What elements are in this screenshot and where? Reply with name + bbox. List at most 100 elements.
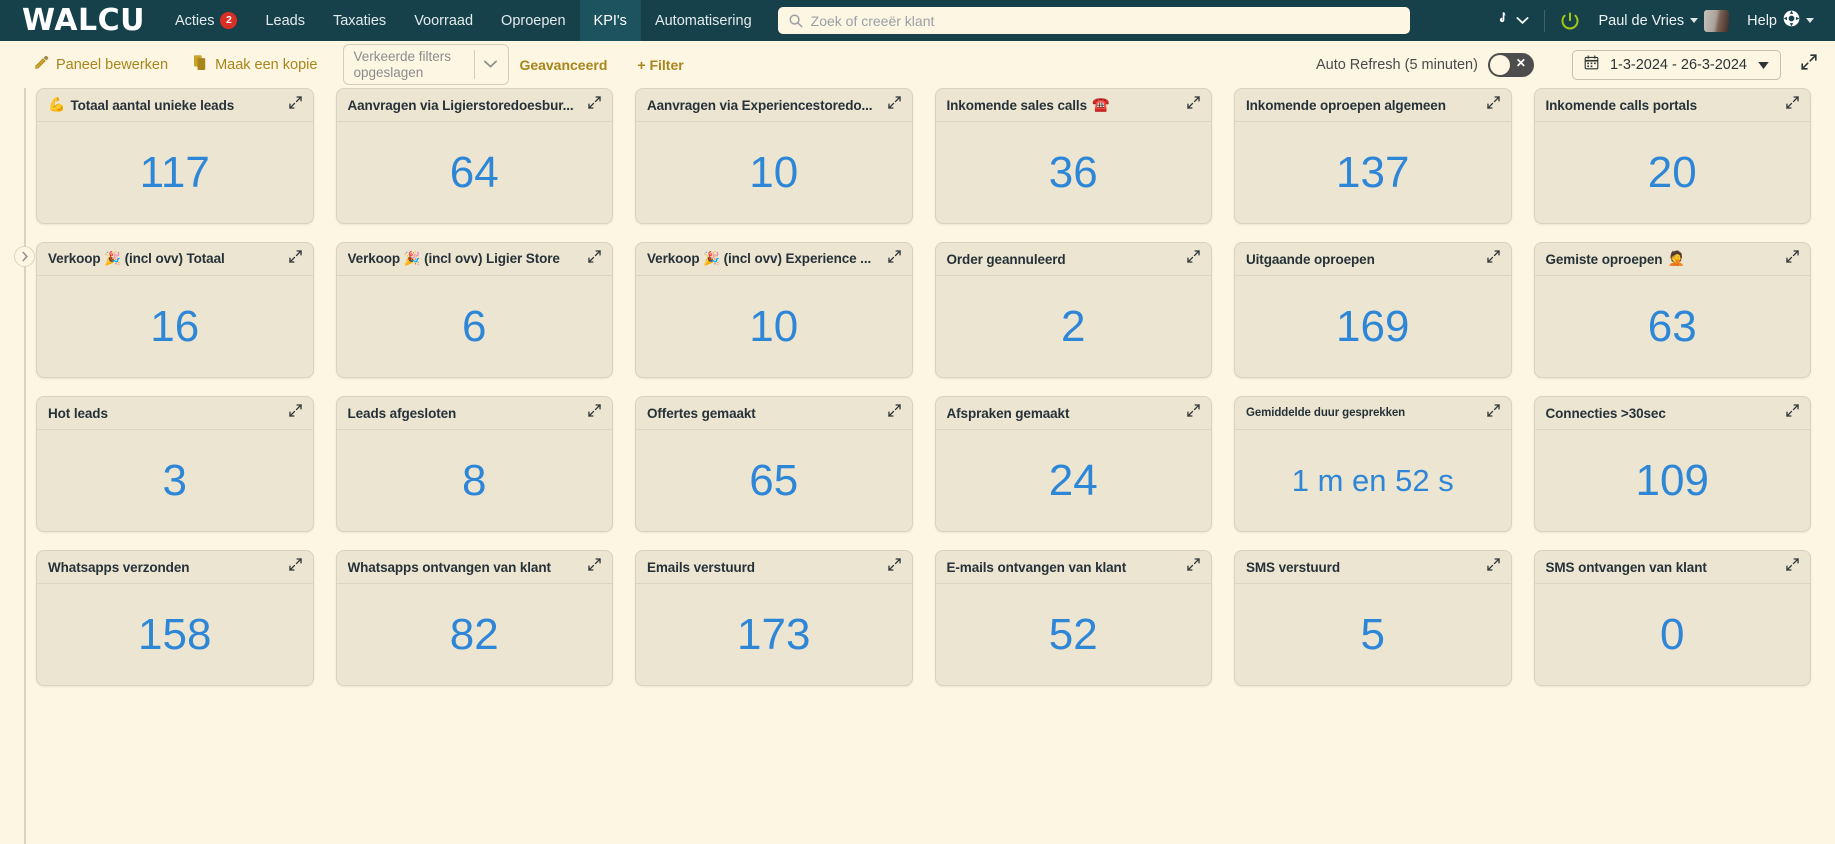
kpi-card[interactable]: SMS ontvangen van klant 0: [1533, 550, 1811, 686]
auto-refresh-toggle[interactable]: ✕: [1487, 52, 1534, 77]
add-filter-button[interactable]: + Filter: [637, 57, 683, 73]
kpi-card-expand-icon[interactable]: [1786, 404, 1799, 422]
kpi-card-expand-icon[interactable]: [1187, 250, 1200, 268]
phone-menu[interactable]: [1486, 10, 1538, 31]
nav-item-kpi-s[interactable]: KPI's: [579, 0, 641, 41]
kpi-card-title: Gemiste oproepen: [1545, 251, 1663, 267]
kpi-card-value: 6: [462, 301, 487, 351]
kpi-card-expand-icon[interactable]: [1187, 558, 1200, 576]
kpi-card-expand-icon[interactable]: [588, 404, 601, 422]
search-bar[interactable]: [777, 7, 1410, 34]
kpi-card-expand-icon[interactable]: [887, 558, 901, 576]
kpi-card-expand-icon[interactable]: [288, 250, 302, 268]
kpi-card[interactable]: Gemiddelde duur gesprekken 1 m en 52 s: [1234, 396, 1512, 532]
kpi-card-title: Totaal aantal unieke leads: [70, 97, 235, 113]
kpi-card-expand-icon[interactable]: [1786, 558, 1799, 576]
kpi-card-grid: 💪 Totaal aantal unieke leads 117 Aanvragen …: [36, 88, 1835, 686]
kpi-card-body: 2: [936, 276, 1212, 377]
kpi-card[interactable]: 💪 Totaal aantal unieke leads 117: [36, 88, 314, 224]
power-button[interactable]: [1551, 11, 1589, 31]
kpi-card-title: Whatsapps verzonden: [48, 559, 190, 575]
kpi-card[interactable]: Inkomende oproepen algemeen 137: [1234, 88, 1512, 224]
kpi-card-title: Inkomende sales calls: [946, 97, 1087, 113]
kpi-card-expand-icon[interactable]: [1786, 96, 1799, 114]
kpi-card-expand-icon[interactable]: [1486, 404, 1500, 422]
kpi-card-value: 5: [1360, 609, 1385, 659]
kpi-card-body: 6: [337, 276, 613, 377]
fullscreen-expand-button[interactable]: [1801, 54, 1817, 75]
kpi-card-expand-icon[interactable]: [1187, 96, 1200, 114]
kpi-card[interactable]: Order geannuleerd 2: [934, 242, 1212, 378]
kpi-card-expand-icon[interactable]: [1786, 250, 1799, 268]
walcu-logo[interactable]: WALCU: [0, 5, 161, 36]
kpi-card[interactable]: Aanvragen via Experiencestoredo... 10: [635, 88, 913, 224]
kpi-card-expand-icon[interactable]: [1486, 250, 1500, 268]
kpi-card-title: Afspraken gemaakt: [946, 405, 1070, 421]
kpi-card[interactable]: Connecties >30sec 109: [1533, 396, 1811, 532]
kpi-card[interactable]: Inkomende calls portals 20: [1533, 88, 1811, 224]
help-menu[interactable]: Help: [1738, 10, 1823, 31]
kpi-card-expand-icon[interactable]: [588, 558, 601, 576]
nav-item-taxaties[interactable]: Taxaties: [319, 0, 400, 41]
date-caret-icon: [1758, 57, 1769, 73]
kpi-card-body: 5: [1235, 584, 1511, 685]
kpi-card[interactable]: Emails verstuurd 173: [635, 550, 913, 686]
saved-filters-select[interactable]: Verkeerde filters opgeslagen: [343, 44, 510, 85]
kpi-card-header: 💪 Totaal aantal unieke leads: [37, 89, 313, 122]
kpi-card-expand-icon[interactable]: [588, 96, 601, 114]
kpi-card-expand-icon[interactable]: [288, 404, 302, 422]
kpi-card[interactable]: Inkomende sales calls ☎️ 36: [934, 88, 1212, 224]
kpi-card-body: 65: [636, 430, 912, 531]
kpi-card-body: 109: [1535, 430, 1811, 531]
kpi-card-expand-icon[interactable]: [887, 250, 901, 268]
advanced-button[interactable]: Geavanceerd: [519, 57, 607, 73]
kpi-card-body: 8: [337, 430, 613, 531]
kpi-card-header: Whatsapps verzonden: [37, 551, 313, 584]
date-range-picker[interactable]: 1-3-2024 - 26-3-2024: [1571, 49, 1781, 80]
edit-panel-button[interactable]: Paneel bewerken: [34, 55, 168, 74]
kpi-card-expand-icon[interactable]: [1187, 404, 1200, 422]
kpi-card-expand-icon[interactable]: [288, 96, 302, 114]
nav-item-label: Leads: [265, 12, 305, 29]
kpi-card[interactable]: Verkoop 🎉 (incl ovv) Ligier Store 6: [335, 242, 613, 378]
kpi-card[interactable]: Offertes gemaakt 65: [635, 396, 913, 532]
kpi-card-expand-icon[interactable]: [887, 96, 901, 114]
kpi-card-title: Hot leads: [48, 405, 108, 421]
kpi-card[interactable]: Gemiste oproepen 🤦 63: [1533, 242, 1811, 378]
nav-item-leads[interactable]: Leads: [251, 0, 319, 41]
kpi-card-value: 16: [150, 301, 200, 351]
kpi-card-value: 52: [1048, 609, 1098, 659]
nav-item-acties[interactable]: Acties 2: [161, 0, 252, 41]
kpi-card[interactable]: Whatsapps ontvangen van klant 82: [335, 550, 613, 686]
kpi-card[interactable]: Whatsapps verzonden 158: [36, 550, 314, 686]
auto-refresh-label: Auto Refresh (5 minuten): [1315, 56, 1478, 73]
kpi-card-body: 158: [37, 584, 313, 685]
user-menu[interactable]: Paul de Vries: [1589, 9, 1738, 32]
kpi-card-expand-icon[interactable]: [1486, 96, 1500, 114]
kpi-card[interactable]: Aanvragen via Ligierstoredoesbur... 64: [335, 88, 613, 224]
kpi-card[interactable]: Uitgaande oproepen 169: [1234, 242, 1512, 378]
pencil-icon: [34, 55, 49, 74]
nav-item-automatisering[interactable]: Automatisering: [641, 0, 766, 41]
sidebar-expand-handle[interactable]: [14, 246, 35, 267]
kpi-card-title: Order geannuleerd: [946, 251, 1066, 267]
kpi-card-expand-icon[interactable]: [588, 250, 601, 268]
kpi-card-expand-icon[interactable]: [1486, 558, 1500, 576]
left-rail: [0, 41, 14, 844]
nav-item-oproepen[interactable]: Oproepen: [487, 0, 580, 41]
kpi-card[interactable]: Afspraken gemaakt 24: [934, 396, 1212, 532]
nav-item-voorraad[interactable]: Voorraad: [400, 0, 487, 41]
kpi-card[interactable]: Verkoop 🎉 (incl ovv) Experience ... 10: [635, 242, 913, 378]
kpi-card-expand-icon[interactable]: [288, 558, 302, 576]
kpi-card[interactable]: Verkoop 🎉 (incl ovv) Totaal 16: [36, 242, 314, 378]
kpi-card-title: Verkoop 🎉 (incl ovv) Ligier Store: [347, 251, 560, 266]
kpi-card[interactable]: Leads afgesloten 8: [335, 396, 613, 532]
make-copy-button[interactable]: Maak een kopie: [194, 54, 317, 75]
kpi-card-expand-icon[interactable]: [887, 404, 901, 422]
search-input[interactable]: [810, 12, 1400, 29]
kpi-card-value: 65: [749, 455, 799, 505]
kpi-card-body: 52: [936, 584, 1212, 685]
kpi-card[interactable]: SMS verstuurd 5: [1234, 550, 1512, 686]
kpi-card[interactable]: Hot leads 3: [36, 396, 314, 532]
kpi-card[interactable]: E-mails ontvangen van klant 52: [934, 550, 1212, 686]
